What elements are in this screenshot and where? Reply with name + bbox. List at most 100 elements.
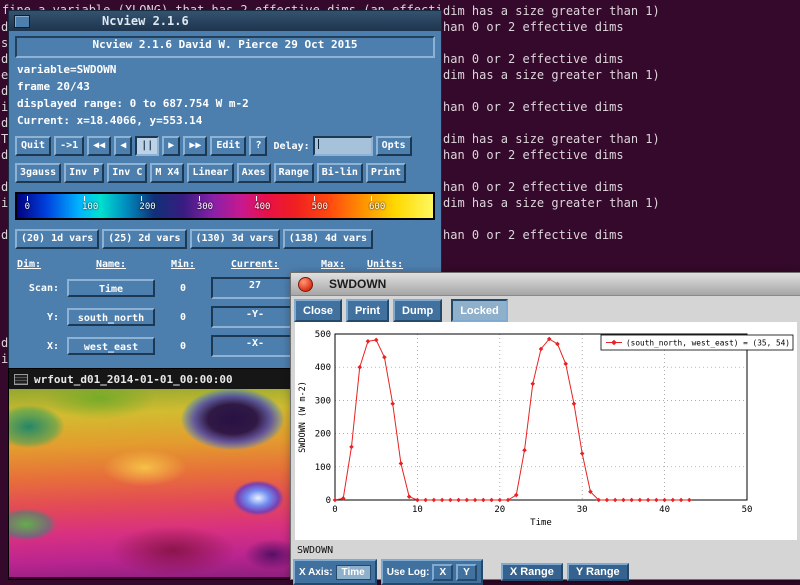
- vars-4d-button[interactable]: (138) 4d vars: [283, 229, 373, 249]
- timeseries-chart: 010203040500100200300400500TimeSWDOWN (W…: [295, 322, 797, 540]
- colormap-button[interactable]: 3gauss: [15, 163, 61, 183]
- svg-text:100: 100: [315, 463, 331, 473]
- help-button[interactable]: ?: [249, 136, 267, 156]
- pause-button[interactable]: ||: [135, 136, 159, 156]
- transport-controls: Quit ->1 ◀◀ ◀ || ▶ ▶▶ Edit ? Delay: Opts: [15, 136, 435, 156]
- variable-group-buttons: (20) 1d vars (25) 2d vars (130) 3d vars …: [15, 229, 435, 249]
- print-button[interactable]: Print: [346, 299, 389, 322]
- dim-current-input[interactable]: -Y-: [211, 306, 299, 328]
- frame-label: frame 20/43: [15, 78, 435, 95]
- range-label: displayed range: 0 to 687.754 W m-2: [15, 95, 435, 112]
- svg-text:300: 300: [315, 396, 331, 406]
- window-title: Ncview 2.1.6: [102, 14, 189, 28]
- dim-label: X:: [17, 341, 65, 352]
- dim-min-value: 0: [157, 341, 209, 352]
- fast-forward-button[interactable]: ▶▶: [183, 136, 207, 156]
- wrfout-window: wrfout_d01_2014-01-01_00:00:00: [8, 368, 293, 580]
- ncview-version-banner: Ncview 2.1.6 David W. Pierce 29 Oct 2015: [15, 36, 435, 58]
- col-header-min: Min:: [157, 259, 209, 270]
- chart-svg: 010203040500100200300400500TimeSWDOWN (W…: [295, 322, 797, 540]
- invert-colors-button[interactable]: Inv C: [107, 163, 147, 183]
- plot-titlebar[interactable]: SWDOWN: [291, 273, 800, 296]
- ncview-titlebar[interactable]: Ncview 2.1.6: [9, 11, 441, 31]
- swdown-field-image[interactable]: [9, 389, 292, 577]
- dim-min-value: 0: [157, 312, 209, 323]
- x-axis-label: X Axis:: [299, 567, 333, 578]
- terminal-line: han 0 or 2 effective dims: [443, 227, 624, 243]
- dim-name-button[interactable]: Time: [67, 279, 155, 297]
- window-menu-icon[interactable]: [14, 374, 28, 385]
- wrfout-titlebar[interactable]: wrfout_d01_2014-01-01_00:00:00: [9, 369, 292, 389]
- interpolation-button[interactable]: Bi-lin: [317, 163, 363, 183]
- svg-text:10: 10: [412, 505, 423, 515]
- delay-label: Delay:: [273, 141, 309, 152]
- y-range-button[interactable]: Y Range: [567, 563, 629, 581]
- col-header-name: Name:: [67, 259, 155, 270]
- colorbar-tick: 400: [254, 196, 270, 212]
- use-log-label: Use Log:: [387, 567, 430, 578]
- quit-button[interactable]: Quit: [15, 136, 51, 156]
- locked-toggle[interactable]: Locked: [451, 299, 508, 322]
- dimension-table-header: Dim: Name: Min: Current: Max: Units:: [15, 259, 435, 270]
- terminal-line: dim has a size greater than 1): [443, 195, 660, 211]
- ncview-info-panel: variable=SWDOWN frame 20/43 displayed ra…: [15, 61, 435, 129]
- svg-text:30: 30: [577, 505, 588, 515]
- terminal-line: han 0 or 2 effective dims: [443, 147, 624, 163]
- vars-1d-button[interactable]: (20) 1d vars: [15, 229, 99, 249]
- terminal-line: dim has a size greater than 1): [443, 131, 660, 147]
- colorbar[interactable]: 0100200300400500600: [15, 192, 435, 220]
- dump-button[interactable]: Dump: [393, 299, 442, 322]
- print-button[interactable]: Print: [366, 163, 406, 183]
- dim-name-button[interactable]: west_east: [67, 337, 155, 355]
- dim-label: Y:: [17, 312, 65, 323]
- col-header-current: Current:: [211, 259, 299, 270]
- plot-toolbar: Close Print Dump Locked: [291, 296, 800, 322]
- current-position-label: Current: x=18.4066, y=553.14: [15, 112, 435, 129]
- delay-input[interactable]: [313, 136, 373, 156]
- terminal-line: han 0 or 2 effective dims: [443, 179, 624, 195]
- window-title: wrfout_d01_2014-01-01_00:00:00: [34, 373, 233, 386]
- magnification-button[interactable]: M X4: [150, 163, 184, 183]
- x-axis-time-button[interactable]: Time: [336, 565, 371, 580]
- text-cursor: [318, 139, 319, 149]
- svg-text:500: 500: [315, 330, 331, 340]
- dim-label: Scan:: [17, 283, 65, 294]
- display-controls: 3gauss Inv P Inv C M X4 Linear Axes Rang…: [15, 163, 435, 183]
- invert-polarity-button[interactable]: Inv P: [64, 163, 104, 183]
- close-icon[interactable]: [298, 277, 313, 292]
- svg-text:Time: Time: [530, 518, 552, 528]
- svg-text:200: 200: [315, 430, 331, 440]
- step-back-button[interactable]: ◀: [114, 136, 132, 156]
- dim-current-input[interactable]: -X-: [211, 335, 299, 357]
- dim-name-button[interactable]: south_north: [67, 308, 155, 326]
- colorbar-tick: 200: [139, 196, 155, 212]
- close-button[interactable]: Close: [294, 299, 342, 322]
- svg-text:(south_north, west_east) = (35: (south_north, west_east) = (35, 54): [626, 339, 790, 348]
- step-one-button[interactable]: ->1: [54, 136, 84, 156]
- axes-button[interactable]: Axes: [237, 163, 271, 183]
- range-button[interactable]: Range: [274, 163, 314, 183]
- window-title: SWDOWN: [329, 277, 386, 291]
- colorbar-tick: 500: [312, 196, 328, 212]
- colorbar-tick: 0: [25, 196, 30, 212]
- svg-text:0: 0: [332, 505, 337, 515]
- col-header-dim: Dim:: [17, 259, 65, 270]
- step-forward-button[interactable]: ▶: [162, 136, 180, 156]
- vars-3d-button[interactable]: (130) 3d vars: [190, 229, 280, 249]
- dim-current-input[interactable]: 27: [211, 277, 299, 299]
- swdown-plot-window: SWDOWN Close Print Dump Locked 010203040…: [290, 272, 800, 580]
- opts-button[interactable]: Opts: [376, 136, 412, 156]
- colorbar-tick: 300: [197, 196, 213, 212]
- transform-button[interactable]: Linear: [187, 163, 233, 183]
- use-log-group: Use Log: X Y: [381, 559, 483, 585]
- window-menu-icon[interactable]: [14, 15, 30, 28]
- x-range-button[interactable]: X Range: [501, 563, 563, 581]
- colorbar-tick: 600: [369, 196, 385, 212]
- vars-2d-button[interactable]: (25) 2d vars: [102, 229, 186, 249]
- terminal-line: dim has a size greater than 1): [443, 67, 660, 83]
- edit-button[interactable]: Edit: [210, 136, 246, 156]
- dim-min-value: 0: [157, 283, 209, 294]
- plot-status-label: SWDOWN: [291, 540, 800, 556]
- terminal-line: dim has a size greater than 1): [443, 3, 660, 19]
- rewind-button[interactable]: ◀◀: [87, 136, 111, 156]
